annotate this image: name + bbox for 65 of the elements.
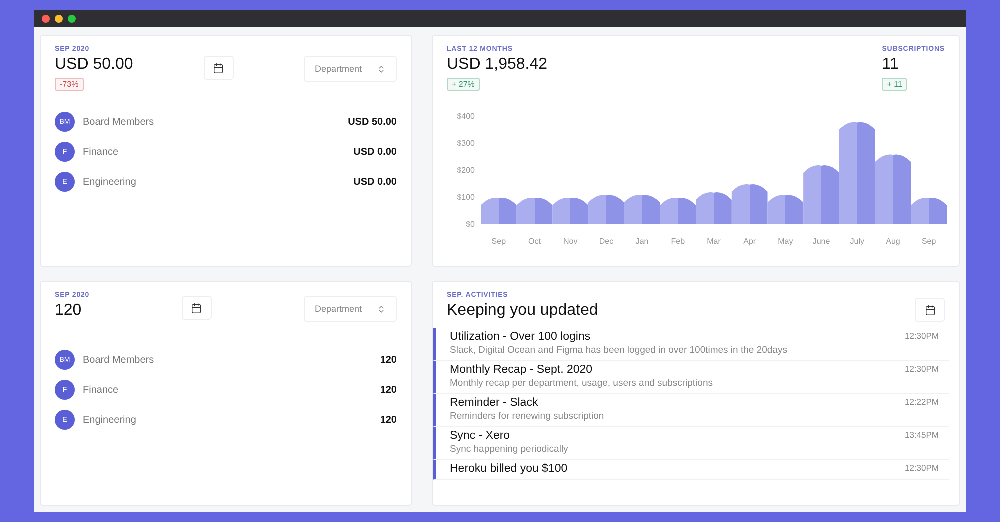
y-axis-label: $300 — [457, 139, 475, 148]
calendar-button[interactable] — [915, 298, 945, 322]
x-axis-label: Sep — [492, 237, 506, 246]
activity-description: Sync happening periodically — [450, 444, 568, 455]
activity-time: 12:30PM — [904, 364, 939, 376]
department-name: Finance — [83, 384, 120, 396]
department-value: 120 — [380, 414, 397, 426]
department-select[interactable]: Department — [304, 296, 397, 322]
x-axis-label: Sep — [922, 237, 936, 246]
y-axis-label: $400 — [457, 112, 475, 121]
x-axis-label: Jan — [636, 237, 649, 246]
y-axis-label: $200 — [457, 166, 475, 175]
x-axis-label: Dec — [599, 237, 614, 246]
x-axis-label: Oct — [528, 237, 541, 246]
y-axis-label: $100 — [457, 193, 475, 202]
activity-description: Slack, Digital Ocean and Figma has been logged in over 100times in the 20days — [450, 345, 788, 356]
total-amount: USD 1,958.42 — [447, 56, 548, 74]
x-axis-label: Aug — [886, 237, 900, 246]
calendar-icon — [213, 62, 224, 74]
change-badge: -73% — [55, 78, 84, 91]
department-value: USD 50.00 — [348, 116, 397, 128]
department-name: Board Members — [83, 354, 156, 366]
activity-title: Reminder - Slack — [450, 397, 540, 409]
chevrons-icon — [376, 64, 386, 74]
calendar-icon — [924, 304, 936, 316]
x-axis-label: Apr — [744, 237, 756, 246]
calendar-button[interactable] — [204, 56, 234, 80]
minimize-icon[interactable] — [55, 14, 63, 22]
x-axis-label: Feb — [671, 237, 686, 246]
subscriptions-count: 11 — [882, 56, 900, 74]
activity-description: Monthly recap per department, usage, users and subscriptions — [450, 378, 713, 389]
department-value: USD 0.00 — [354, 146, 397, 158]
close-icon[interactable] — [42, 14, 50, 22]
total-amount: USD 50.00 — [55, 56, 134, 74]
calendar-icon — [191, 302, 202, 314]
activity-time: 12:22PM — [904, 397, 939, 409]
x-axis-label: May — [778, 237, 794, 246]
activity-title: Sync - Xero — [450, 430, 512, 442]
section-title: Keeping you updated — [447, 302, 598, 320]
total-count: 120 — [55, 302, 83, 320]
activity-title: Utilization - Over 100 logins — [450, 331, 592, 343]
department-select[interactable]: Department — [304, 56, 397, 82]
department-value: 120 — [380, 354, 397, 366]
activity-time: 13:45PM — [904, 430, 939, 442]
x-axis-label: Nov — [564, 237, 578, 246]
department-name: Board Members — [83, 116, 156, 128]
change-badge: + 11 — [882, 78, 908, 91]
activity-time: 12:30PM — [904, 463, 939, 475]
department-name: Engineering — [83, 176, 138, 188]
change-badge: + 27% — [447, 78, 480, 91]
department-value: 120 — [380, 384, 397, 396]
activity-description: Reminders for renewing subscription — [450, 411, 604, 422]
activity-title: Heroku billed you $100 — [450, 463, 568, 475]
x-axis-label: Mar — [707, 237, 721, 246]
department-value: USD 0.00 — [354, 176, 397, 188]
department-name: Engineering — [83, 414, 138, 426]
department-name: Finance — [83, 146, 120, 158]
x-axis-label: June — [812, 237, 830, 246]
y-axis-label: $0 — [466, 220, 475, 229]
activity-title: Monthly Recap - Sept. 2020 — [450, 364, 594, 376]
x-axis-label: July — [850, 237, 864, 246]
calendar-button[interactable] — [182, 296, 212, 320]
activity-time: 12:30PM — [904, 331, 939, 343]
maximize-icon[interactable] — [68, 14, 76, 22]
chevrons-icon — [376, 304, 386, 314]
